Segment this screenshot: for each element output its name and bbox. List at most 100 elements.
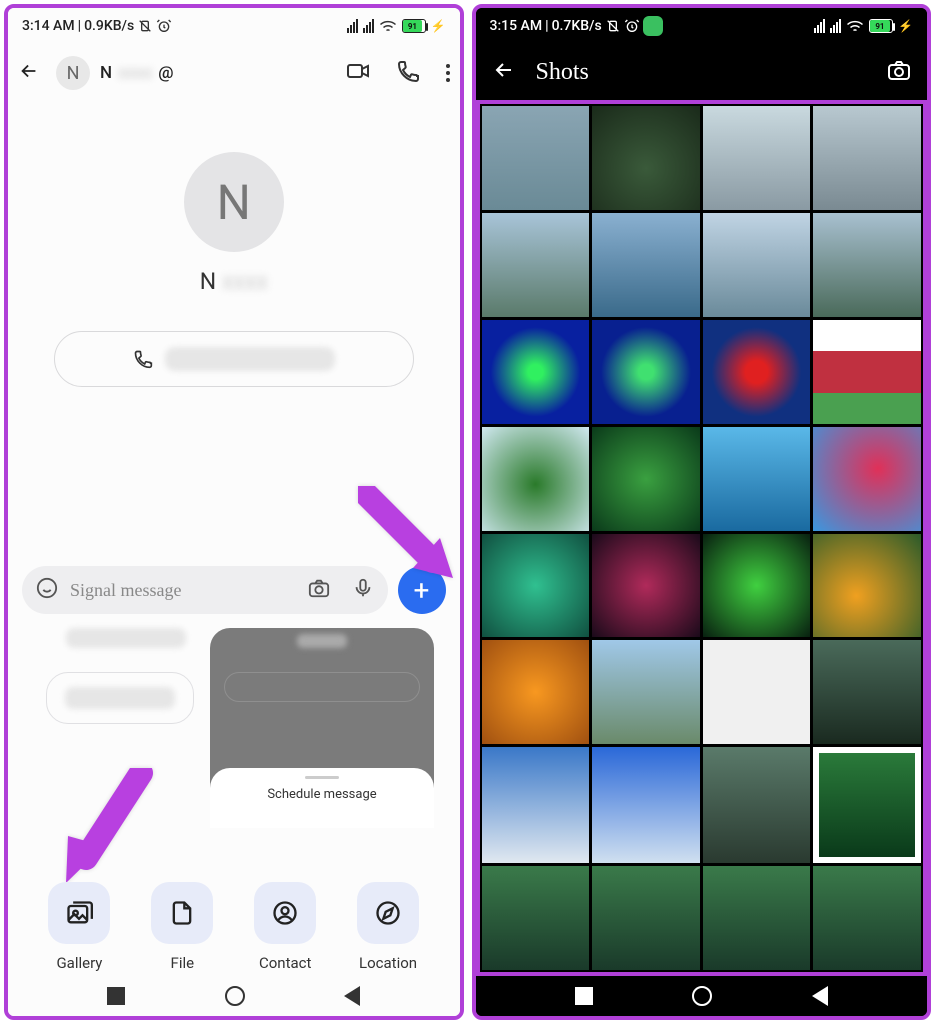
photo-thumbnail[interactable]	[813, 747, 921, 863]
photo-thumbnail[interactable]	[703, 427, 811, 531]
photo-thumbnail[interactable]	[592, 427, 700, 531]
attachment-row: Gallery File Contact Location	[8, 882, 460, 972]
status-bar: 3:15 AM | 0.7KB/s 91 ⚡	[476, 8, 928, 44]
message-placeholder: Signal message	[70, 580, 181, 601]
photo-thumbnail[interactable]	[482, 866, 590, 970]
photo-thumbnail[interactable]	[813, 427, 921, 531]
photo-thumbnail[interactable]	[592, 866, 700, 970]
camera-icon[interactable]	[308, 577, 330, 603]
nav-recent-icon[interactable]	[575, 987, 593, 1005]
schedule-label: Schedule message	[267, 787, 376, 802]
battery-icon: 91	[869, 19, 893, 33]
status-time: 3:15 AM	[490, 18, 543, 34]
photo-thumbnail[interactable]	[703, 866, 811, 970]
call-icon[interactable]	[396, 59, 420, 87]
sheet-handle-icon[interactable]	[305, 776, 339, 779]
photo-thumbnail[interactable]	[813, 320, 921, 424]
back-icon[interactable]	[492, 58, 516, 86]
contact-name: Nxxxx	[200, 268, 268, 295]
photo-thumbnail[interactable]	[813, 213, 921, 317]
avatar-small[interactable]: N	[56, 56, 90, 90]
attach-gallery[interactable]: Gallery	[48, 882, 110, 972]
attach-contact[interactable]: Contact	[254, 882, 316, 972]
photo-thumbnail[interactable]	[592, 747, 700, 863]
battery-icon: 91	[402, 19, 426, 33]
photo-thumbnail[interactable]	[592, 213, 700, 317]
alarm-icon	[624, 18, 640, 34]
video-call-icon[interactable]	[346, 59, 370, 87]
right-phone-frame: 3:15 AM | 0.7KB/s 91 ⚡ Shots	[472, 4, 932, 1020]
photo-thumbnail[interactable]	[482, 534, 590, 638]
preview-card-small[interactable]	[46, 672, 194, 724]
left-phone-frame: 3:14 AM | 0.9KB/s 91 ⚡ N N xxxx @ N	[4, 4, 464, 1020]
photo-thumbnail[interactable]	[703, 747, 811, 863]
nav-home-icon[interactable]	[692, 986, 712, 1006]
status-speed: 0.7KB/s	[552, 18, 602, 34]
contact-center: N Nxxxx	[8, 102, 460, 387]
emoji-icon[interactable]	[36, 577, 58, 603]
photo-grid[interactable]	[476, 100, 928, 976]
wifi-icon	[379, 19, 397, 33]
preview-card-large[interactable]: Schedule message	[210, 628, 434, 828]
contact-icon	[271, 899, 299, 927]
nav-back-icon[interactable]	[344, 986, 360, 1006]
wifi-icon	[846, 19, 864, 33]
photo-thumbnail[interactable]	[813, 106, 921, 210]
photo-thumbnail[interactable]	[592, 106, 700, 210]
photo-thumbnail[interactable]	[482, 427, 590, 531]
signal-icon-2	[363, 19, 374, 33]
photo-thumbnail[interactable]	[482, 747, 590, 863]
android-navbar	[8, 976, 460, 1016]
attach-plus-button[interactable]: +	[398, 566, 446, 614]
phone-pill[interactable]	[54, 331, 414, 387]
vibrate-icon	[605, 18, 621, 34]
photo-thumbnail[interactable]	[813, 866, 921, 970]
photo-thumbnail[interactable]	[813, 534, 921, 638]
photo-thumbnail[interactable]	[592, 320, 700, 424]
camera-icon[interactable]	[887, 58, 911, 86]
location-icon	[374, 899, 402, 927]
nav-back-icon[interactable]	[812, 986, 828, 1006]
photo-thumbnail[interactable]	[482, 213, 590, 317]
photo-thumbnail[interactable]	[703, 213, 811, 317]
mic-icon[interactable]	[352, 577, 374, 603]
alarm-icon	[156, 18, 172, 34]
signal-icon-2	[830, 19, 841, 33]
signal-icon	[814, 19, 825, 33]
file-icon	[168, 899, 196, 927]
vibrate-icon	[137, 18, 153, 34]
signal-icon	[347, 19, 358, 33]
charging-icon: ⚡	[431, 19, 446, 33]
attach-location[interactable]: Location	[357, 882, 419, 972]
nav-home-icon[interactable]	[225, 986, 245, 1006]
photo-thumbnail[interactable]	[703, 320, 811, 424]
message-input[interactable]: Signal message	[22, 566, 388, 614]
attach-file[interactable]: File	[151, 882, 213, 972]
compose-bar: Signal message +	[22, 566, 446, 614]
photo-thumbnail[interactable]	[482, 640, 590, 744]
photo-thumbnail[interactable]	[703, 534, 811, 638]
nav-recent-icon[interactable]	[107, 987, 125, 1005]
chat-header: N N xxxx @	[8, 44, 460, 102]
schedule-sheet[interactable]: Schedule message	[210, 768, 434, 828]
photo-thumbnail[interactable]	[703, 640, 811, 744]
avatar-large[interactable]: N	[184, 152, 284, 252]
shots-header: Shots	[476, 44, 928, 100]
gallery-icon	[65, 899, 93, 927]
photo-thumbnail[interactable]	[482, 320, 590, 424]
photo-thumbnail[interactable]	[482, 106, 590, 210]
status-speed: 0.9KB/s	[84, 18, 134, 34]
chat-title[interactable]: N xxxx @	[100, 63, 174, 83]
shots-title: Shots	[536, 59, 589, 86]
photo-thumbnail[interactable]	[703, 106, 811, 210]
more-icon[interactable]	[446, 64, 450, 82]
status-time: 3:14 AM	[22, 18, 75, 34]
photo-thumbnail[interactable]	[592, 640, 700, 744]
photo-thumbnail[interactable]	[592, 534, 700, 638]
charging-icon: ⚡	[898, 19, 913, 33]
android-navbar	[476, 976, 928, 1016]
photo-thumbnail[interactable]	[813, 640, 921, 744]
app-badge-icon	[643, 16, 663, 36]
status-bar: 3:14 AM | 0.9KB/s 91 ⚡	[8, 8, 460, 44]
back-icon[interactable]	[18, 60, 40, 86]
